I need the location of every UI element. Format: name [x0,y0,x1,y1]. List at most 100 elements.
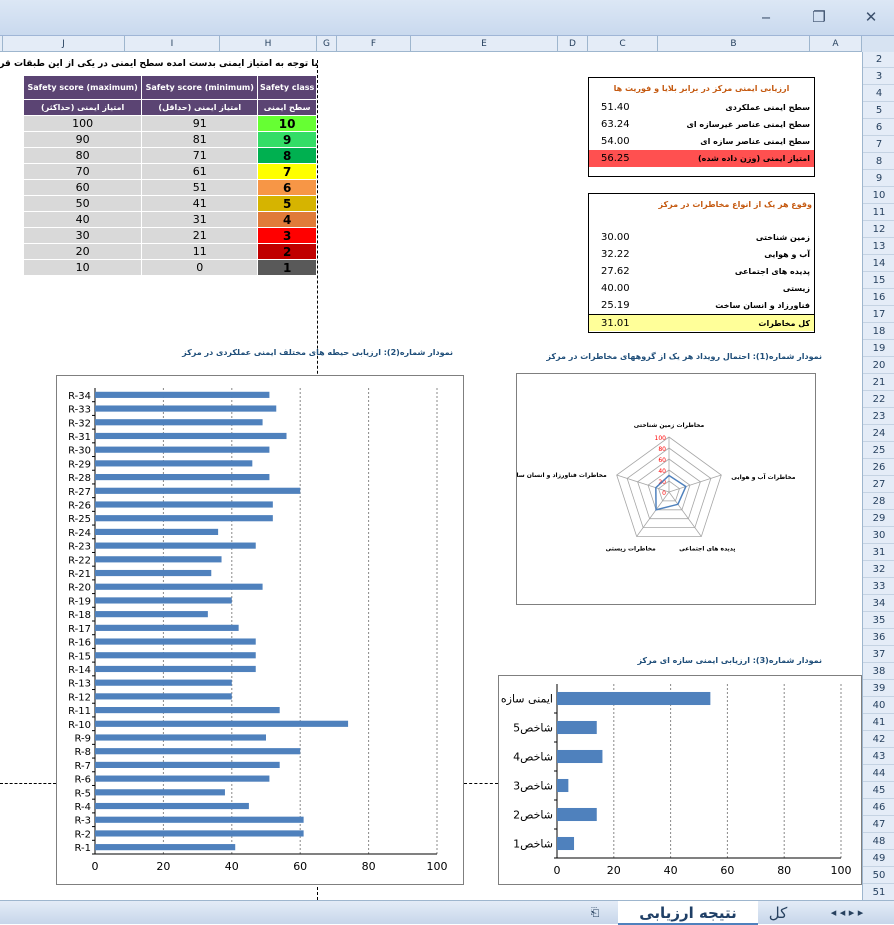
row-header[interactable]: 6 [863,120,894,136]
row-header[interactable]: 37 [863,647,894,663]
row-header[interactable]: 43 [863,749,894,765]
safety-cell-max[interactable]: 50 [22,195,143,212]
column-header-f[interactable]: F [337,36,411,52]
safety-cell-max[interactable]: 30 [22,227,143,244]
assessment-total-row[interactable]: 56.25 امتیاز ایمنی (وزن داده شده) [589,150,814,167]
row-header[interactable]: 27 [863,477,894,493]
column-header-h[interactable]: H [220,36,317,52]
row-header[interactable]: 47 [863,817,894,833]
safety-cell-cls[interactable]: 6 [257,179,317,196]
row-header[interactable]: 12 [863,222,894,238]
assessment-row[interactable]: 54.00 سطح ایمنی عناصر سازه ای [589,133,814,150]
safety-cell-min[interactable]: 61 [141,163,259,180]
row-header[interactable]: 15 [863,273,894,289]
row-header[interactable]: 28 [863,494,894,510]
row-header[interactable]: 30 [863,528,894,544]
row-header[interactable]: 36 [863,630,894,646]
row-header[interactable]: 40 [863,698,894,714]
safety-cell-cls[interactable]: 7 [257,163,317,180]
row-header[interactable]: 11 [863,205,894,221]
row-header[interactable]: 14 [863,256,894,272]
safety-cell-cls[interactable]: 10 [257,115,317,132]
row-header[interactable]: 16 [863,290,894,306]
row-header[interactable]: 22 [863,392,894,408]
row-header[interactable]: 7 [863,137,894,153]
safety-cell-max[interactable]: 80 [22,147,143,164]
row-header[interactable]: 41 [863,715,894,731]
row-header[interactable]: 20 [863,358,894,374]
assessment-row[interactable]: 51.40 سطح ایمنی عملکردی [589,99,814,116]
row-header[interactable]: 50 [863,868,894,884]
safety-cell-min[interactable]: 21 [141,227,259,244]
safety-cell-cls[interactable]: 3 [257,227,317,244]
row-header[interactable]: 18 [863,324,894,340]
hazard-row[interactable]: 30.00 زمین شناختی [589,229,814,246]
hazard-row[interactable]: 25.19 فناورزاد و انسان ساخت [589,297,814,314]
row-header[interactable]: 49 [863,851,894,867]
hazard-row[interactable]: 27.62 پدیده های اجتماعی [589,263,814,280]
row-header[interactable]: 19 [863,341,894,357]
row-header[interactable]: 10 [863,188,894,204]
row-header[interactable]: 8 [863,154,894,170]
safety-cell-min[interactable]: 51 [141,179,259,196]
column-header-i[interactable]: I [125,36,220,52]
safety-cell-min[interactable]: 81 [141,131,259,148]
safety-cell-cls[interactable]: 4 [257,211,317,228]
safety-cell-max[interactable]: 70 [22,163,143,180]
row-header[interactable]: 31 [863,545,894,561]
safety-cell-min[interactable]: 41 [141,195,259,212]
row-header[interactable]: 2 [863,52,894,68]
safety-cell-min[interactable]: 71 [141,147,259,164]
minimize-button[interactable]: ‒ [755,8,777,26]
row-header[interactable]: 17 [863,307,894,323]
safety-cell-max[interactable]: 20 [22,243,143,260]
safety-cell-max[interactable]: 40 [22,211,143,228]
safety-cell-cls[interactable]: 5 [257,195,317,212]
restore-button[interactable]: ❐ [808,8,830,26]
safety-cell-max[interactable]: 100 [22,115,143,132]
row-header[interactable]: 4 [863,86,894,102]
row-header[interactable]: 39 [863,681,894,697]
safety-cell-cls[interactable]: 2 [257,243,317,260]
safety-cell-max[interactable]: 90 [22,131,143,148]
safety-cell-cls[interactable]: 1 [257,259,317,276]
row-header[interactable]: 38 [863,664,894,680]
row-header[interactable]: 51 [863,885,894,901]
hazard-total-row[interactable]: 31.01 کل مخاطرات [589,314,814,331]
tab-total[interactable]: کل [760,901,796,925]
safety-cell-min[interactable]: 91 [141,115,259,132]
safety-cell-min[interactable]: 11 [141,243,259,260]
row-header[interactable]: 29 [863,511,894,527]
assessment-row[interactable]: 63.24 سطح ایمنی عناصر غیرسازه ای [589,116,814,133]
select-all-corner[interactable] [862,36,894,52]
row-header[interactable]: 44 [863,766,894,782]
row-header[interactable]: 23 [863,409,894,425]
hazard-row[interactable]: 32.22 آب و هوایی [589,246,814,263]
close-button[interactable]: ✕ [860,8,882,26]
safety-cell-min[interactable]: 0 [141,259,259,276]
safety-cell-cls[interactable]: 9 [257,131,317,148]
row-header[interactable]: 26 [863,460,894,476]
hazard-row[interactable]: 40.00 زیستی [589,280,814,297]
row-header[interactable]: 42 [863,732,894,748]
row-header[interactable]: 21 [863,375,894,391]
column-header-a[interactable]: A [810,36,862,52]
tab-evaluation-result[interactable]: نتیجه ارزیابی [618,901,758,925]
row-header[interactable]: 32 [863,562,894,578]
row-header[interactable]: 34 [863,596,894,612]
column-header-g[interactable]: G [317,36,337,52]
row-header[interactable]: 13 [863,239,894,255]
column-header-d[interactable]: D [558,36,588,52]
row-header[interactable]: 45 [863,783,894,799]
row-header[interactable]: 35 [863,613,894,629]
row-header[interactable]: 48 [863,834,894,850]
sheet-nav-icons[interactable]: ◂ ◂ ▸ ▸ [800,901,894,925]
column-header-b[interactable]: B [658,36,810,52]
row-header[interactable]: 24 [863,426,894,442]
row-header[interactable]: 3 [863,69,894,85]
row-header[interactable]: 33 [863,579,894,595]
row-header[interactable]: 25 [863,443,894,459]
column-header-e[interactable]: E [411,36,558,52]
row-header[interactable]: 5 [863,103,894,119]
row-header[interactable]: 46 [863,800,894,816]
